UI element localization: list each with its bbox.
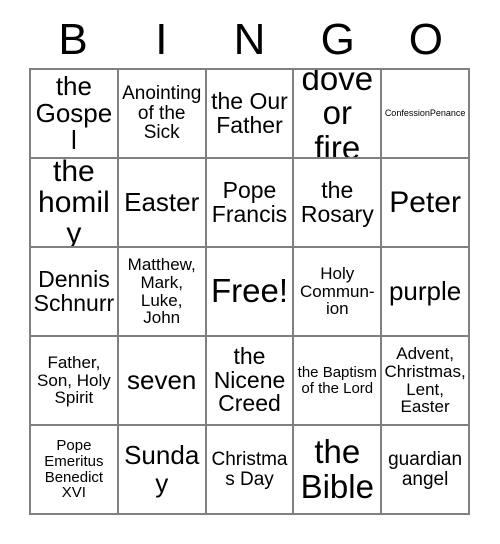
bingo-cell-text: Pope Emeritus Benedict XVI [44, 437, 104, 502]
bingo-cell-text: the Bible [300, 433, 374, 505]
bingo-cell-text: the Rosary [300, 176, 374, 227]
bingo-cell-i3[interactable]: Matthew, Mark, Luke, John [118, 248, 207, 337]
bingo-cell-o1[interactable]: ConfessionPenance [382, 70, 470, 159]
bingo-cell-i1[interactable]: Anointing of the Sick [118, 70, 207, 159]
bingo-cell-b5[interactable]: Pope Emeritus Benedict XVI [31, 426, 119, 515]
bingo-header-letter-o: O [408, 15, 444, 64]
bingo-cell-text: Dennis Schnurr [33, 265, 115, 316]
bingo-cell-b3[interactable]: Dennis Schnurr [31, 248, 119, 337]
bingo-cell-text: Easter [124, 186, 200, 217]
bingo-cell-text: ConfessionPenance [384, 107, 466, 118]
bingo-header-letter-n: N [233, 15, 266, 64]
bingo-cell-b1[interactable]: the Gospel [31, 70, 119, 159]
bingo-cell-g3[interactable]: Holy Commun-ion [294, 248, 383, 337]
bingo-cell-i5[interactable]: Sunday [118, 426, 207, 515]
bingo-cell-i2[interactable]: Easter [118, 159, 207, 248]
bingo-cell-n4[interactable]: the Nicene Creed [206, 337, 295, 426]
bingo-cell-b2[interactable]: the homily [31, 159, 119, 248]
bingo-header-letter-b: B [58, 15, 88, 64]
bingo-cell-o3[interactable]: purple [382, 248, 470, 337]
bingo-cell-text: Pope Francis [211, 176, 288, 227]
bingo-cell-text: the Nicene Creed [213, 342, 286, 417]
bingo-cell-text: seven [127, 364, 197, 395]
bingo-header-letter-g: G [320, 15, 355, 64]
bingo-cell-o5[interactable]: guardian angel [382, 426, 470, 515]
bingo-cell-text: Holy Commun-ion [299, 263, 375, 319]
bingo-cell-text: Peter [389, 185, 461, 219]
bingo-header-letter-i: I [155, 15, 168, 64]
bingo-cell-b4[interactable]: Father, Son, Holy Spirit [31, 337, 119, 426]
bingo-cell-o4[interactable]: Advent, Christmas, Lent, Easter [382, 337, 470, 426]
bingo-cell-o2[interactable]: Peter [382, 159, 470, 248]
bingo-cell-g4[interactable]: the Baptism of the Lord [294, 337, 383, 426]
bingo-header-row: B I N G O [29, 12, 470, 68]
bingo-cell-text: purple [388, 275, 462, 306]
bingo-free-space-text: Free! [210, 272, 288, 310]
bingo-cell-n1[interactable]: the Our Father [206, 70, 295, 159]
bingo-grid: the Gospel Anointing of the Sick the Our… [29, 68, 470, 515]
bingo-cell-text: Father, Son, Holy Spirit [37, 352, 111, 408]
bingo-cell-g2[interactable]: the Rosary [294, 159, 383, 248]
bingo-cell-text: guardian angel [388, 448, 463, 490]
bingo-cell-text: the Gospel [35, 70, 113, 156]
bingo-cell-text: Matthew, Mark, Luke, John [127, 255, 196, 328]
bingo-cell-n5[interactable]: Christmas Day [206, 426, 295, 515]
bingo-cell-text: Sunday [124, 440, 200, 498]
bingo-cell-text: Anointing of the Sick [122, 82, 202, 144]
bingo-cell-n2[interactable]: Pope Francis [206, 159, 295, 248]
bingo-card: B I N G O the Gospel Anointing of the Si… [0, 0, 500, 544]
bingo-cell-text: the Our Father [211, 87, 288, 138]
bingo-cell-i4[interactable]: seven [118, 337, 207, 426]
bingo-cell-text: the homily [38, 159, 110, 248]
bingo-cell-free-space[interactable]: Free! [206, 248, 295, 337]
bingo-cell-g1[interactable]: dove or fire [294, 70, 383, 159]
bingo-cell-g5[interactable]: the Bible [294, 426, 383, 515]
bingo-cell-text: Christmas Day [211, 448, 288, 490]
bingo-cell-text: the Baptism of the Lord [297, 363, 377, 397]
bingo-cell-text: dove or fire [301, 70, 374, 159]
bingo-cell-text: Advent, Christmas, Lent, Easter [384, 344, 466, 417]
